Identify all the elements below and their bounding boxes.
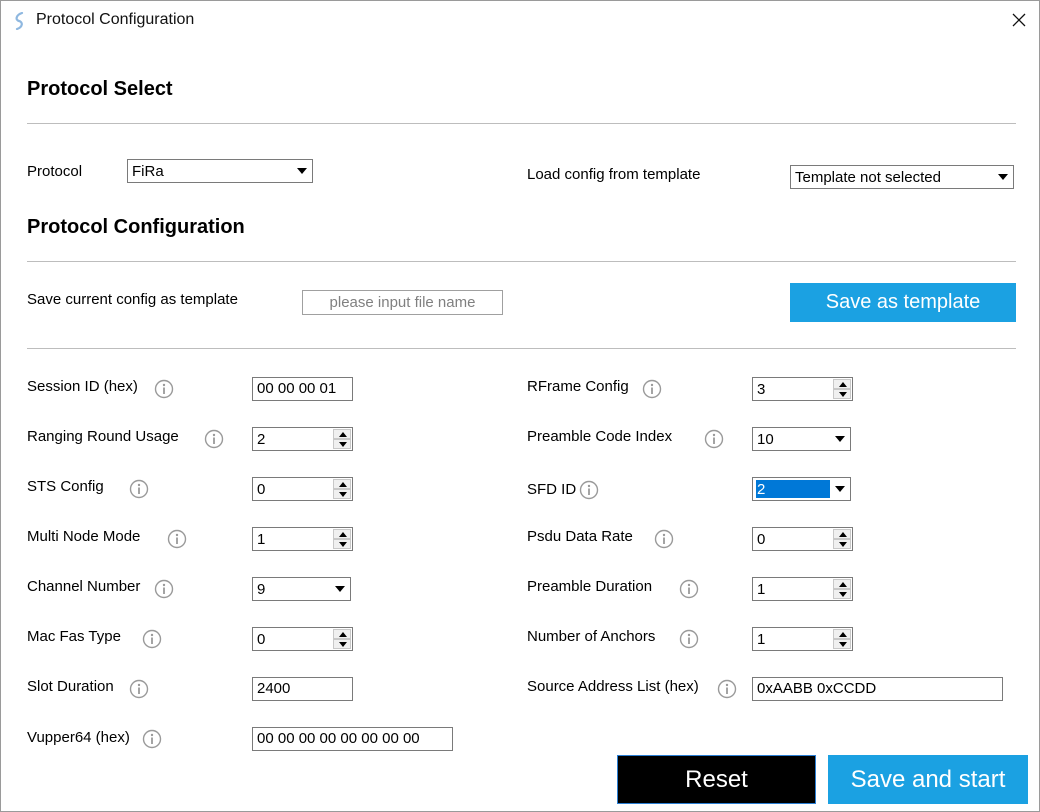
info-icon[interactable] bbox=[642, 379, 662, 399]
template-value: Template not selected bbox=[795, 169, 941, 186]
number-of-anchors-spinner[interactable]: 1 bbox=[752, 627, 853, 651]
dropdown-arrow-icon[interactable] bbox=[830, 478, 850, 500]
info-icon[interactable] bbox=[129, 479, 149, 499]
dropdown-arrow-icon[interactable] bbox=[830, 428, 850, 450]
protocol-value: FiRa bbox=[132, 163, 164, 180]
selection-highlight bbox=[756, 480, 830, 498]
sfd-id-dropdown[interactable]: 2 bbox=[752, 477, 851, 501]
info-icon[interactable] bbox=[654, 529, 674, 549]
protocol-config-heading: Protocol Configuration bbox=[27, 216, 245, 238]
multi-node-mode-spinner[interactable]: 1 bbox=[252, 527, 353, 551]
mac-fas-type-label: Mac Fas Type bbox=[27, 628, 121, 645]
protocol-config-window: Protocol Configuration Protocol Select P… bbox=[0, 0, 1040, 812]
multi-node-mode-label: Multi Node Mode bbox=[27, 528, 141, 545]
dropdown-arrow-icon[interactable] bbox=[993, 166, 1013, 188]
divider bbox=[27, 123, 1016, 124]
source-address-list-input[interactable]: 0xAABB 0xCCDD bbox=[752, 677, 1003, 701]
dropdown-arrow-icon[interactable] bbox=[330, 578, 350, 600]
spinner-value: 3 bbox=[757, 381, 766, 398]
spin-up-icon[interactable] bbox=[833, 629, 851, 639]
source-address-list-label: Source Address List (hex) bbox=[527, 678, 699, 695]
spinner-value: 1 bbox=[757, 581, 766, 598]
info-icon[interactable] bbox=[129, 679, 149, 699]
reset-button[interactable]: Reset bbox=[617, 755, 816, 804]
save-and-start-button[interactable]: Save and start bbox=[828, 755, 1028, 804]
spinner-value: 1 bbox=[757, 631, 766, 648]
spin-down-icon[interactable] bbox=[833, 589, 851, 599]
info-icon[interactable] bbox=[579, 480, 599, 500]
app-logo-icon bbox=[13, 11, 27, 31]
template-dropdown[interactable]: Template not selected bbox=[790, 165, 1014, 189]
sfd-id-value: 2 bbox=[757, 481, 766, 498]
number-of-anchors-label: Number of Anchors bbox=[527, 628, 656, 645]
ranging-round-usage-spinner[interactable]: 2 bbox=[252, 427, 353, 451]
protocol-select-heading: Protocol Select bbox=[27, 78, 173, 100]
sfd-id-label: SFD ID bbox=[527, 481, 577, 498]
vupper64-input[interactable]: 00 00 00 00 00 00 00 00 bbox=[252, 727, 453, 751]
info-icon[interactable] bbox=[142, 629, 162, 649]
slot-duration-input[interactable]: 2400 bbox=[252, 677, 353, 701]
info-icon[interactable] bbox=[704, 429, 724, 449]
channel-number-label: Channel Number bbox=[27, 578, 141, 595]
info-icon[interactable] bbox=[154, 379, 174, 399]
save-as-template-button[interactable]: Save as template bbox=[790, 283, 1016, 322]
sts-config-label: STS Config bbox=[27, 478, 104, 495]
preamble-duration-spinner[interactable]: 1 bbox=[752, 577, 853, 601]
protocol-dropdown[interactable]: FiRa bbox=[127, 159, 313, 183]
file-name-input[interactable]: please input file name bbox=[302, 290, 503, 315]
spin-down-icon[interactable] bbox=[333, 539, 351, 549]
sts-config-spinner[interactable]: 0 bbox=[252, 477, 353, 501]
session-id-label: Session ID (hex) bbox=[27, 378, 138, 395]
preamble-code-index-dropdown[interactable]: 10 bbox=[752, 427, 851, 451]
preamble-duration-label: Preamble Duration bbox=[527, 578, 653, 595]
spin-down-icon[interactable] bbox=[833, 389, 851, 399]
vupper64-label: Vupper64 (hex) bbox=[27, 729, 130, 746]
slot-duration-label: Slot Duration bbox=[27, 678, 114, 695]
info-icon[interactable] bbox=[204, 429, 224, 449]
spinner-value: 2 bbox=[257, 431, 266, 448]
rframe-config-spinner[interactable]: 3 bbox=[752, 377, 853, 401]
save-template-label: Save current config as template bbox=[27, 291, 238, 308]
spin-down-icon[interactable] bbox=[333, 639, 351, 649]
psdu-data-rate-label: Psdu Data Rate bbox=[527, 528, 633, 545]
spin-up-icon[interactable] bbox=[333, 479, 351, 489]
spinner-value: 0 bbox=[257, 631, 266, 648]
spin-up-icon[interactable] bbox=[833, 579, 851, 589]
info-icon[interactable] bbox=[142, 729, 162, 749]
info-icon[interactable] bbox=[154, 579, 174, 599]
spin-up-icon[interactable] bbox=[833, 379, 851, 389]
spin-up-icon[interactable] bbox=[833, 529, 851, 539]
rframe-config-label: RFrame Config bbox=[527, 378, 629, 395]
spin-down-icon[interactable] bbox=[333, 489, 351, 499]
info-icon[interactable] bbox=[717, 679, 737, 699]
spin-up-icon[interactable] bbox=[333, 429, 351, 439]
spin-down-icon[interactable] bbox=[833, 539, 851, 549]
info-icon[interactable] bbox=[167, 529, 187, 549]
dropdown-arrow-icon[interactable] bbox=[292, 160, 312, 182]
preamble-code-index-label: Preamble Code Index bbox=[527, 428, 673, 445]
template-label: Load config from template bbox=[527, 166, 701, 183]
spinner-value: 0 bbox=[257, 481, 266, 498]
ranging-round-usage-label: Ranging Round Usage bbox=[27, 428, 179, 445]
preamble-code-index-value: 10 bbox=[757, 431, 774, 448]
channel-number-dropdown[interactable]: 9 bbox=[252, 577, 351, 601]
spinner-value: 1 bbox=[257, 531, 266, 548]
divider bbox=[27, 261, 1016, 262]
info-icon[interactable] bbox=[679, 629, 699, 649]
close-icon[interactable] bbox=[1003, 5, 1035, 35]
divider bbox=[27, 348, 1016, 349]
psdu-data-rate-spinner[interactable]: 0 bbox=[752, 527, 853, 551]
spin-down-icon[interactable] bbox=[833, 639, 851, 649]
spin-up-icon[interactable] bbox=[333, 629, 351, 639]
window-title: Protocol Configuration bbox=[36, 11, 195, 28]
title-bar: Protocol Configuration bbox=[1, 1, 1039, 39]
spinner-value: 0 bbox=[757, 531, 766, 548]
mac-fas-type-spinner[interactable]: 0 bbox=[252, 627, 353, 651]
session-id-input[interactable]: 00 00 00 01 bbox=[252, 377, 353, 401]
protocol-label: Protocol bbox=[27, 163, 83, 180]
info-icon[interactable] bbox=[679, 579, 699, 599]
spin-down-icon[interactable] bbox=[333, 439, 351, 449]
spin-up-icon[interactable] bbox=[333, 529, 351, 539]
channel-number-value: 9 bbox=[257, 581, 266, 598]
